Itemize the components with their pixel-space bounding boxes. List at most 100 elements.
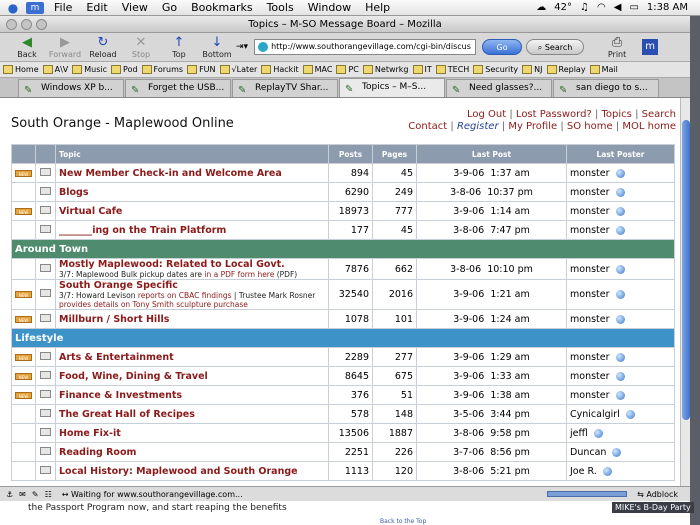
last-post-date[interactable]: 3-8-06 [453, 225, 484, 236]
last-post-time[interactable]: 10:37 pm [487, 187, 533, 198]
search-link[interactable]: Search [642, 109, 676, 120]
section-title[interactable]: Around Town [15, 244, 88, 255]
table-row[interactable]: Home Fix-it 13506 1887 3-8-06 9:58 pm jeffl [11, 423, 675, 443]
go-button[interactable]: Go [482, 39, 523, 55]
last-post-date[interactable]: 3-8-06 [450, 264, 481, 275]
desktop-icon-label[interactable]: MIKE's B-Day Party [612, 502, 694, 513]
navigator-icon[interactable]: ⚓ [6, 490, 13, 499]
topic-link[interactable]: Arts & Entertainment [59, 352, 174, 363]
bookmark-item[interactable]: Mail [589, 65, 618, 74]
history-dropdown-icon[interactable]: ⇥▾ [236, 42, 248, 52]
last-poster[interactable]: monster [570, 225, 610, 236]
topic-link[interactable]: Home Fix-it [59, 428, 121, 439]
last-poster[interactable]: jeffl [570, 428, 588, 439]
tab-forget-usb[interactable]: ✎ Forget the USB... [125, 79, 231, 97]
profile-icon[interactable] [615, 352, 625, 362]
tab-topics[interactable]: ✎ Topics – M–S... [339, 78, 445, 97]
table-row[interactable]: NEW Virtual Cafe 18973 777 3-9-06 1:14 am mon… [11, 201, 675, 221]
table-row[interactable]: NEW Finance & Investments 376 51 3-9-06 1:38… [11, 385, 675, 405]
bookmark-item[interactable]: NJ [522, 65, 543, 74]
menu-file[interactable]: File [54, 1, 72, 14]
back-button[interactable]: ◀ Back [8, 35, 46, 59]
profile-icon[interactable] [615, 314, 625, 324]
bookmark-item[interactable]: A\V [42, 65, 68, 74]
last-post-date[interactable]: 3-9-06 [453, 352, 484, 363]
topic-link[interactable]: Virtual Cafe [59, 206, 122, 217]
forward-button[interactable]: ▶ Forward [46, 35, 84, 59]
topic-link[interactable]: South Orange Specific [59, 280, 178, 291]
my-profile-link[interactable]: My Profile [508, 121, 557, 132]
clock[interactable]: 1:38 AM [647, 2, 688, 13]
menu-bookmarks[interactable]: Bookmarks [191, 1, 252, 14]
zoom-button[interactable] [36, 19, 47, 30]
music-icon[interactable]: ♫ [580, 2, 589, 13]
topic-link[interactable]: Mostly Maplewood: Related to Local Govt. [59, 259, 285, 270]
table-row[interactable]: NEW New Member Check-in and Welcome Area 8… [11, 163, 675, 183]
table-row[interactable]: Blogs 6290 249 3-8-06 10:37 pm monster [11, 182, 675, 202]
last-poster[interactable]: Joe R. [570, 466, 597, 477]
bookmark-item[interactable]: MAC [302, 65, 332, 74]
profile-icon[interactable] [593, 428, 603, 438]
last-poster[interactable]: monster [570, 352, 610, 363]
last-post-time[interactable]: 1:33 am [490, 371, 529, 382]
last-post-time[interactable]: 1:21 am [490, 289, 529, 300]
last-poster[interactable]: monster [570, 289, 610, 300]
top-button[interactable]: ↑ Top [160, 35, 198, 59]
last-post-time[interactable]: 10:10 pm [487, 264, 533, 275]
table-row[interactable]: The Great Hall of Recipes 578 148 3-5-06 3:… [11, 404, 675, 424]
adblock-button[interactable]: Adblock [646, 490, 678, 499]
page-scrollbar[interactable] [680, 98, 690, 486]
bookmark-item[interactable]: Security [473, 65, 518, 74]
topic-link[interactable]: New Member Check-in and Welcome Area [59, 168, 282, 179]
profile-icon[interactable] [615, 206, 625, 216]
profile-icon[interactable] [615, 225, 625, 235]
table-row[interactable]: Reading Room 2251 226 3-7-06 8:56 pm Duncan [11, 442, 675, 462]
last-poster[interactable]: monster [570, 371, 610, 382]
search-button[interactable]: ⌕ Search [526, 39, 585, 55]
last-post-time[interactable]: 1:14 am [490, 206, 529, 217]
last-post-time[interactable]: 1:37 am [490, 168, 529, 179]
menu-window[interactable]: Window [308, 1, 351, 14]
lost-password-link[interactable]: Lost Password? [516, 109, 592, 120]
last-post-date[interactable]: 3-7-06 [453, 447, 484, 458]
menu-edit[interactable]: Edit [86, 1, 107, 14]
composer-icon[interactable]: ✎ [32, 490, 39, 499]
last-poster[interactable]: monster [570, 187, 610, 198]
window-titlebar[interactable]: Topics – M-SO Message Board – Mozilla [0, 16, 690, 33]
profile-icon[interactable] [612, 447, 622, 457]
last-poster[interactable]: monster [570, 264, 610, 275]
profile-icon[interactable] [615, 371, 625, 381]
last-post-date[interactable]: 3-9-06 [453, 206, 484, 217]
last-poster[interactable]: Duncan [570, 447, 606, 458]
last-poster[interactable]: monster [570, 168, 610, 179]
last-post-time[interactable]: 1:38 am [490, 390, 529, 401]
last-post-date[interactable]: 3-9-06 [453, 314, 484, 325]
bookmark-item[interactable]: Home [3, 65, 39, 74]
topic-link[interactable]: Reading Room [59, 447, 136, 458]
mol-home-link[interactable]: MOL home [622, 121, 676, 132]
table-row[interactable]: NEW Millburn / Short Hills 1078 101 3-9-06 1… [11, 309, 675, 329]
addressbook-icon[interactable]: ☷ [45, 490, 52, 499]
bookmark-item[interactable]: Netwrkg [362, 65, 409, 74]
last-post-date[interactable]: 3-9-06 [453, 168, 484, 179]
last-poster[interactable]: monster [570, 206, 610, 217]
popup-icon[interactable]: ⇆ [637, 490, 644, 499]
bookmark-item[interactable]: Music [72, 65, 107, 74]
profile-icon[interactable] [615, 264, 625, 274]
reload-button[interactable]: ↻ Reload [84, 35, 122, 59]
profile-icon[interactable] [615, 290, 625, 299]
topic-link[interactable]: Finance & Investments [59, 390, 182, 401]
menu-help[interactable]: Help [365, 1, 390, 14]
table-row[interactable]: _______ing on the Train Platform 177 45 3-8… [11, 220, 675, 240]
bookmark-item[interactable]: PC [336, 65, 359, 74]
topic-link[interactable]: Food, Wine, Dining & Travel [59, 371, 208, 382]
minimize-button[interactable] [21, 19, 32, 30]
section-header[interactable]: Lifestyle [11, 328, 675, 348]
bookmark-item[interactable]: Forums [141, 65, 183, 74]
profile-icon[interactable] [602, 466, 612, 476]
bottom-button[interactable]: ↓ Bottom [198, 35, 236, 59]
table-row[interactable]: Mostly Maplewood: Related to Local Govt.… [11, 258, 675, 280]
scrollbar-thumb[interactable] [682, 120, 690, 420]
menu-go[interactable]: Go [162, 1, 177, 14]
topic-link[interactable]: Blogs [59, 187, 88, 198]
